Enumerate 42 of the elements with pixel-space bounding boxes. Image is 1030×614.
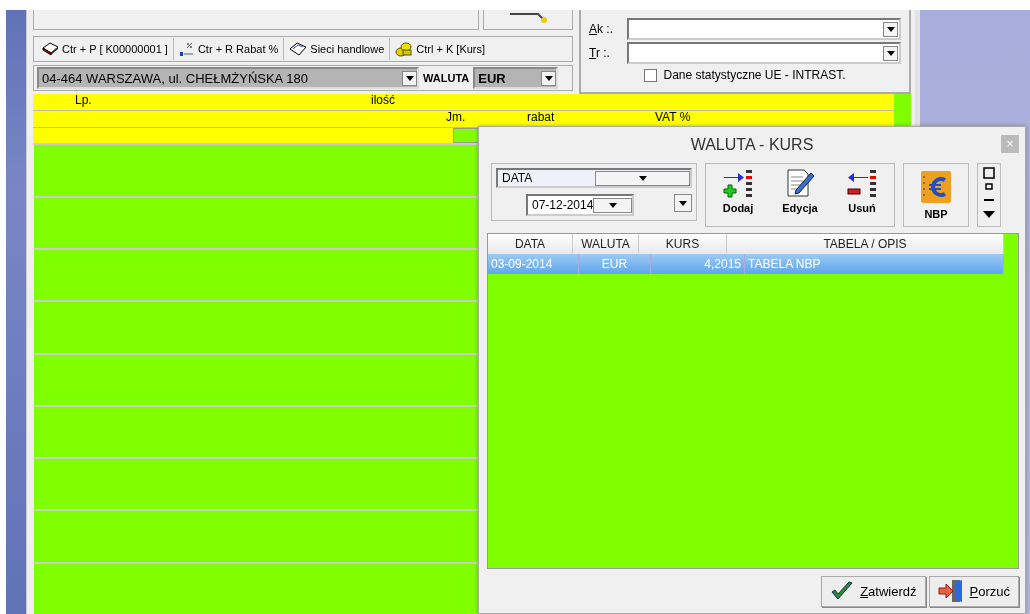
remove-row-icon [846,168,878,200]
toolbar-button[interactable]: Ctrl + K [Kurs] [390,38,491,60]
table-cell: EUR [579,254,651,274]
combo-box[interactable] [627,18,901,40]
door-exit-icon [937,579,964,603]
column-header: ilość [371,94,395,107]
column-header: Lp. [75,94,92,107]
confirm-button[interactable]: Zatwierdź [821,575,926,607]
coins-icon [395,41,414,57]
toolbar-button[interactable]: Dodaj [712,166,764,224]
tag-icon [289,42,308,56]
percent-icon [178,42,195,56]
toolbar-button[interactable]: Usuń [836,166,888,224]
toolbar-button[interactable]: Edycja [774,166,826,224]
field-label: Tr :. [589,46,611,60]
dropdown-button[interactable] [674,194,692,212]
nbp-button[interactable]: NBP [903,163,969,227]
address-select[interactable]: 04-464 WARSZAWA, ul. CHEŁMŻYŃSKA 180 [37,67,419,89]
checkbox-label: Dane statystyczne UE - INTRAST. [663,68,846,82]
dialog-title: WALUTA - KURS [690,136,814,154]
edit-document-icon [784,168,816,200]
check-icon [830,580,855,602]
cancel-button[interactable]: Porzuć [928,575,1019,607]
column-header: Jm. [446,111,466,124]
field-label: Ak :. [589,22,615,36]
currency-label: WALUTA [423,72,470,84]
table-cell: 03-09-2014 [488,254,579,274]
table-cell: 4,2015 [651,254,745,274]
add-row-icon [722,168,754,200]
filter-select[interactable]: DATA [496,168,692,188]
toolbar-button[interactable]: Ctr + P [ K00000001 ] [36,38,174,60]
date-picker[interactable]: 07-12-2014 [526,194,634,216]
toolbar-button[interactable]: Ctr + R Rabat % [173,38,285,60]
table-cell: TABELA NBP [745,254,1004,274]
currency-select[interactable]: EUR [473,67,559,89]
column-header: VAT % [655,111,691,124]
column-header: rabat [527,111,555,124]
euro-book-icon [919,170,953,204]
checkbox[interactable] [644,68,658,82]
combo-box[interactable] [627,42,901,64]
printer-icon [41,42,59,56]
toolbar-button[interactable]: Sieci handlowe [284,38,391,60]
